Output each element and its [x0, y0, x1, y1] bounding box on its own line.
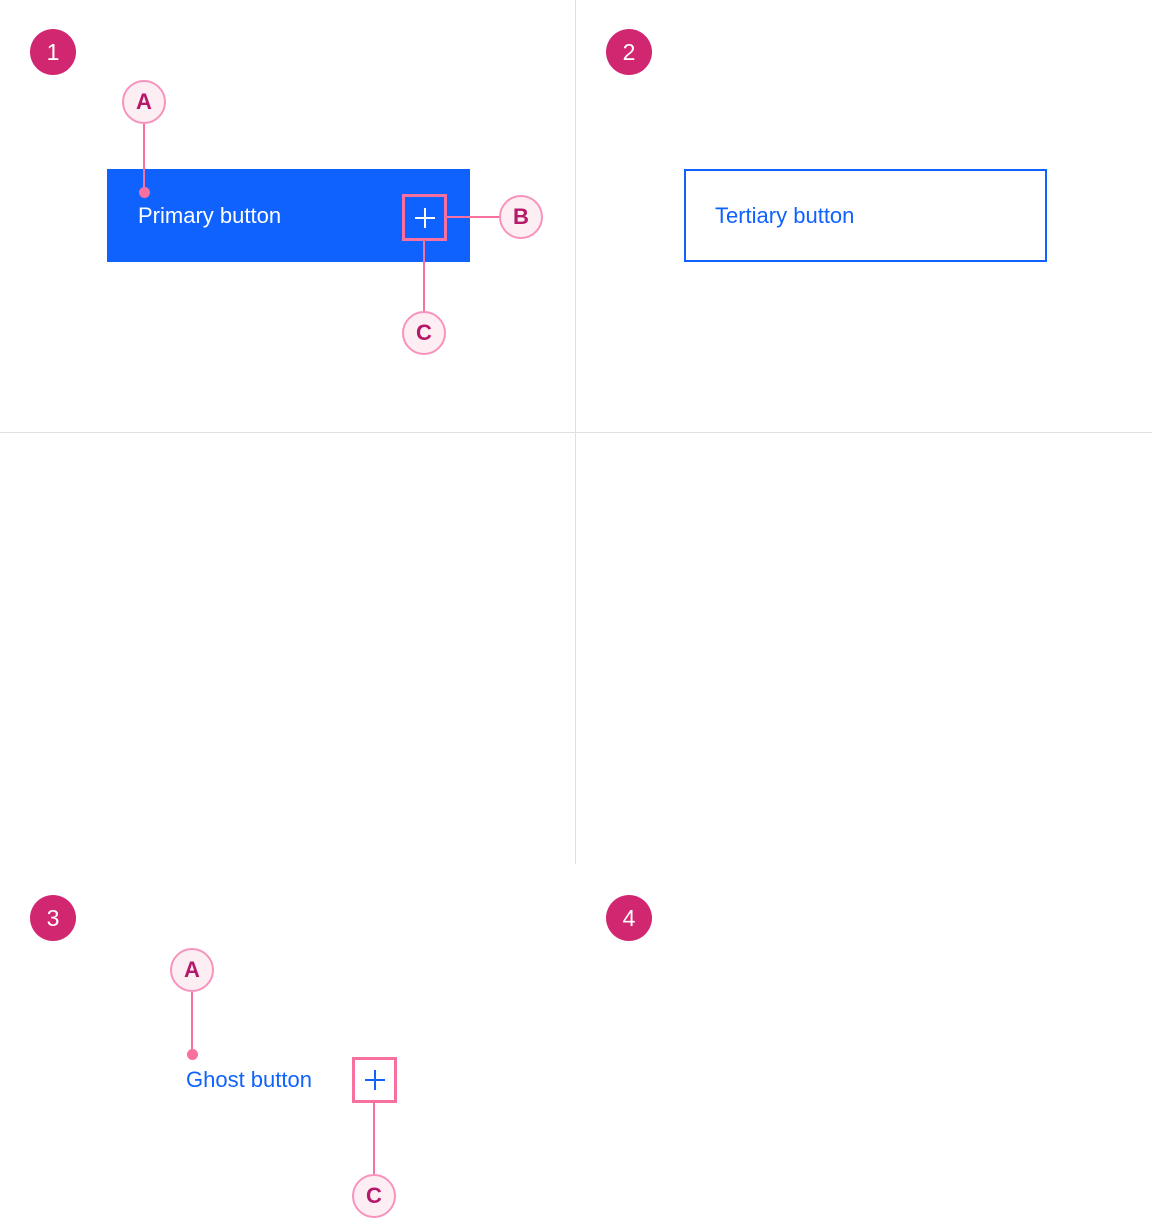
icon-highlight-box	[402, 194, 447, 241]
annotation-endpoint-a	[139, 187, 150, 198]
annotation-marker-b[interactable]: B	[499, 195, 543, 239]
step-number-badge: 4	[606, 895, 652, 941]
primary-button-label: Primary button	[138, 202, 282, 228]
ghost-button[interactable]: Ghost button	[186, 1057, 312, 1103]
annotation-leader-b	[447, 216, 499, 218]
panel-3-ghost-button: 3 Ghost button A C	[0, 432, 576, 1218]
panel-2-tertiary-button: 2 Tertiary button A B C	[576, 0, 1152, 432]
step-number-badge: 1	[30, 29, 76, 75]
annotation-marker-a[interactable]: A	[122, 80, 166, 124]
annotation-diagram-canvas: 1 Primary button A B C 2 Tertiary button	[0, 0, 1152, 1218]
icon-highlight-box	[352, 1057, 397, 1103]
annotation-marker-a[interactable]: A	[170, 948, 214, 992]
tertiary-button-label: Tertiary button	[715, 202, 855, 228]
ghost-button-label: Ghost button	[186, 1067, 312, 1092]
annotation-marker-c[interactable]: C	[402, 311, 446, 355]
annotation-marker-c[interactable]: C	[352, 1174, 396, 1218]
tertiary-button[interactable]: Tertiary button	[684, 169, 1047, 262]
step-number-badge: 3	[30, 895, 76, 941]
annotation-endpoint-a	[187, 1049, 198, 1060]
annotation-leader-c	[423, 241, 425, 311]
annotation-leader-c	[373, 1103, 375, 1174]
annotation-leader-a	[143, 124, 145, 192]
step-number-badge: 2	[606, 29, 652, 75]
panel-4-icon-only-button: 4 B C	[576, 432, 1152, 941]
annotation-leader-a	[191, 992, 193, 1054]
panel-1-primary-button: 1 Primary button A B C	[0, 0, 576, 432]
